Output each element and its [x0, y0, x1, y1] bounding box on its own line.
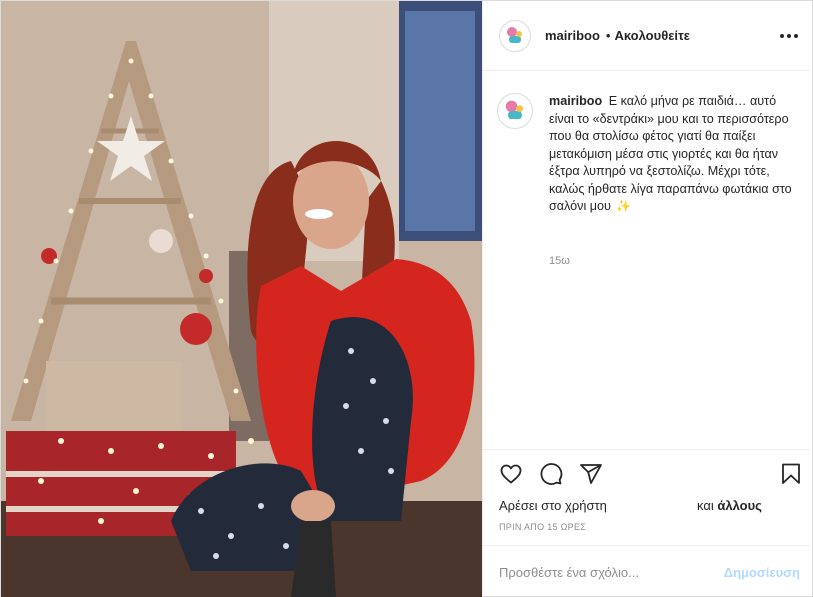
- separator-dot: •: [605, 28, 611, 43]
- likes-text[interactable]: Αρέσει στο χρήστη: [499, 498, 607, 513]
- photo-illustration: [1, 1, 482, 597]
- post-comment-button[interactable]: Δημοσίευση: [724, 565, 800, 580]
- likes-and: και: [697, 498, 714, 513]
- following-label[interactable]: Ακολουθείτε: [614, 28, 690, 43]
- likes-summary: Αρέσει στο χρήστη και άλλους: [499, 498, 799, 513]
- caption-body: Ε καλό μήνα ρε παιδιά… αυτό είναι το «δε…: [549, 94, 792, 213]
- comment-icon[interactable]: [537, 460, 565, 488]
- sparkles-icon: ✨: [616, 199, 632, 213]
- avatar[interactable]: [499, 19, 531, 52]
- share-icon[interactable]: [577, 460, 605, 488]
- post-date[interactable]: ΠΡΙΝ ΑΠΟ 15 ΩΡΕΣ: [499, 522, 586, 532]
- caption-timestamp[interactable]: 15ω: [549, 255, 570, 267]
- post-sidebar: mairiboo • Ακολουθείτε mairiboo Ε καλό μ…: [482, 1, 813, 597]
- likes-others[interactable]: και άλλους: [697, 498, 762, 513]
- likes-others-label: άλλους: [717, 498, 762, 513]
- post-username[interactable]: mairiboo: [545, 28, 600, 43]
- more-horizontal-icon[interactable]: [780, 27, 798, 45]
- caption-text-block: mairiboo Ε καλό μήνα ρε παιδιά… αυτό είν…: [549, 93, 803, 216]
- post-photo[interactable]: [1, 1, 482, 597]
- instagram-post-modal: mairiboo • Ακολουθείτε mairiboo Ε καλό μ…: [0, 0, 813, 597]
- bookmark-icon[interactable]: [777, 460, 805, 488]
- caption-avatar-image: [500, 96, 530, 126]
- comment-input[interactable]: [499, 564, 709, 580]
- caption-username[interactable]: mairiboo: [549, 94, 602, 108]
- caption-avatar[interactable]: [497, 93, 533, 129]
- post-caption: mairiboo Ε καλό μήνα ρε παιδιά… αυτό είν…: [497, 93, 803, 216]
- heart-icon[interactable]: [497, 460, 525, 488]
- avatar-image: [502, 22, 528, 49]
- post-actions: Αρέσει στο χρήστη και άλλους ΠΡΙΝ ΑΠΟ 15…: [483, 449, 813, 545]
- post-header: mairiboo • Ακολουθείτε: [483, 1, 813, 71]
- comment-form: Δημοσίευση: [483, 545, 813, 597]
